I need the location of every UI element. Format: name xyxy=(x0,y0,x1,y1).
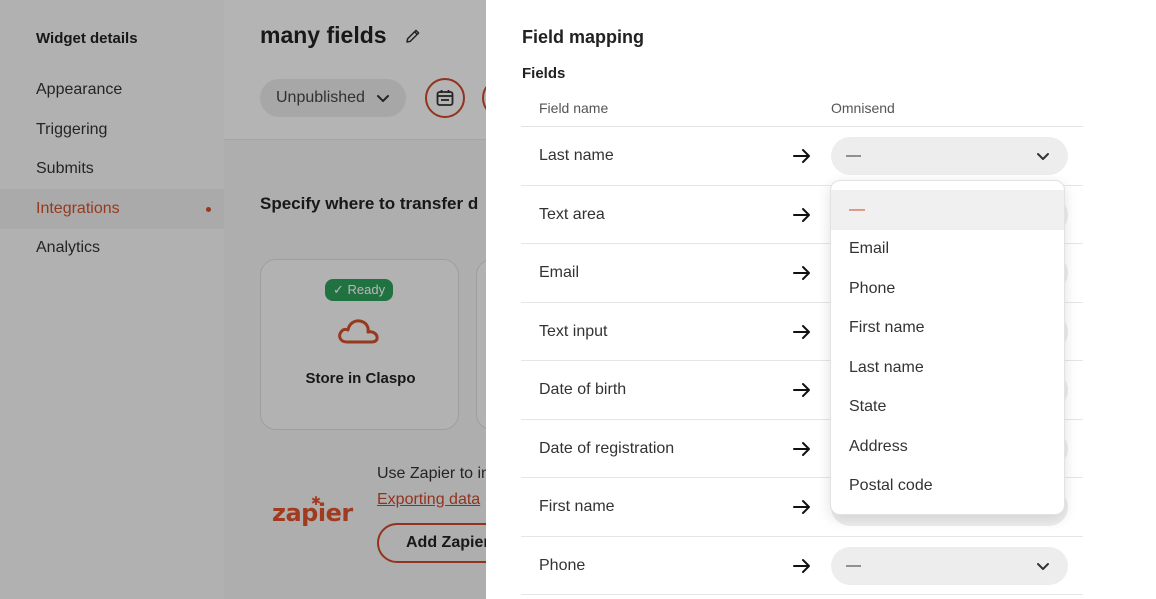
field-name: Date of birth xyxy=(539,381,627,398)
omnisend-field-select[interactable]: — xyxy=(831,546,1068,585)
field-name: Phone xyxy=(539,556,586,574)
arrow-right-icon xyxy=(793,441,810,456)
dropdown-option-postal-code[interactable]: Postal code xyxy=(831,466,1064,506)
arrow-right-icon xyxy=(793,500,810,514)
dropdown-option-phone[interactable]: Phone xyxy=(831,269,1064,309)
column-header-omnisend: Omnisend xyxy=(831,100,895,116)
column-header-field-name: Field name xyxy=(539,100,609,116)
dropdown-option-address[interactable]: Address xyxy=(831,427,1064,467)
omnisend-field-select[interactable]: — xyxy=(831,137,1068,175)
arrow-right-icon xyxy=(793,383,810,397)
dropdown-option-state[interactable]: State xyxy=(831,387,1064,427)
arrow-right-icon xyxy=(793,149,810,163)
field-name: Email xyxy=(539,264,580,281)
chevron-down-icon xyxy=(1037,153,1049,160)
field-name: Date of registration xyxy=(539,439,675,457)
arrow-right-icon xyxy=(793,207,810,222)
field-name: Last name xyxy=(539,147,614,164)
arrow-right-icon xyxy=(793,324,810,339)
dropdown-option-none[interactable]: — xyxy=(831,190,1064,230)
fields-label: Fields xyxy=(522,65,566,82)
arrow-right-icon xyxy=(793,266,810,280)
field-name: First name xyxy=(539,498,615,515)
select-value: — xyxy=(846,147,861,164)
dropdown-option-email[interactable]: Email xyxy=(831,229,1064,269)
chevron-down-icon xyxy=(1037,562,1049,570)
omnisend-field-dropdown: — Email Phone First name Last name State… xyxy=(830,180,1065,515)
arrow-right-icon xyxy=(793,558,810,573)
table-row: Last name — xyxy=(521,127,1083,186)
field-name: Text input xyxy=(539,322,608,340)
drawer-title: Field mapping xyxy=(522,27,645,47)
table-row: Phone — xyxy=(521,537,1083,595)
field-name: Text area xyxy=(539,205,605,223)
select-value: — xyxy=(846,556,861,574)
dropdown-option-first-name[interactable]: First name xyxy=(831,308,1064,348)
dropdown-option-last-name[interactable]: Last name xyxy=(831,348,1064,388)
